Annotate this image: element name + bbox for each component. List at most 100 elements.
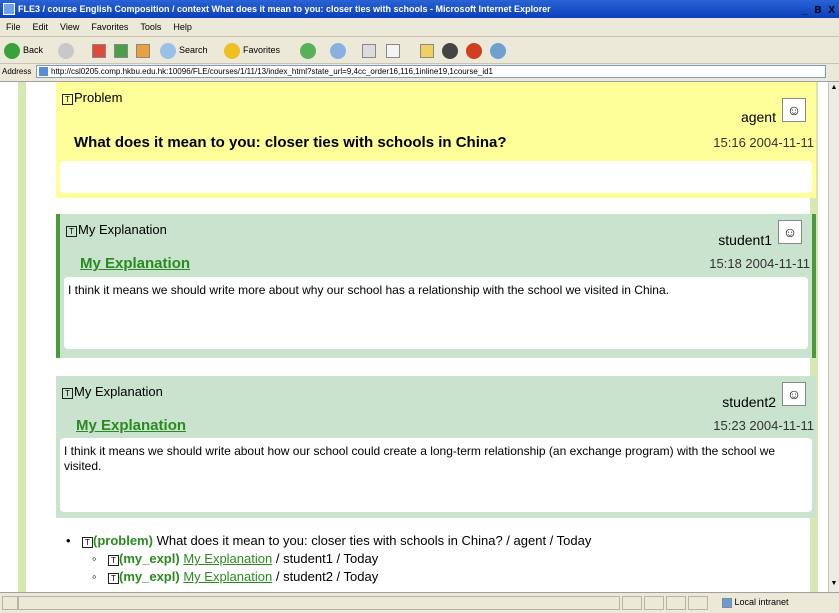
messenger-icon xyxy=(442,42,458,59)
favorites-button[interactable]: Favorites xyxy=(224,41,280,59)
avatar-icon[interactable]: ☺ xyxy=(782,382,806,406)
vertical-scrollbar[interactable]: ▲ ▼ xyxy=(828,82,839,592)
refresh-button[interactable] xyxy=(114,41,128,59)
tree-item-explanation[interactable]: ◦ T (my_expl) My Explanation / student2 / … xyxy=(66,568,591,586)
ie-icon xyxy=(3,3,15,15)
stop-button[interactable] xyxy=(92,41,106,59)
menu-favorites[interactable]: Favorites xyxy=(91,18,128,36)
problem-card: T Problem agent ☺ What does it mean to yo… xyxy=(56,82,816,198)
tree-meta: / student1 / Today xyxy=(275,551,379,566)
tree-item-explanation[interactable]: ◦ T (my_expl) My Explanation / student1 / … xyxy=(66,550,591,568)
tree-tag: (my_expl) xyxy=(119,569,180,584)
window-titlebar: FLE3 / course English Composition / cont… xyxy=(0,0,839,18)
note-icon: T xyxy=(108,555,119,566)
favorites-star-icon xyxy=(224,42,240,59)
tree-link[interactable]: My Explanation xyxy=(183,551,272,566)
page-viewport: T Problem agent ☺ What does it mean to yo… xyxy=(0,82,828,592)
back-button[interactable]: Back xyxy=(4,41,43,59)
edit-icon xyxy=(386,43,400,58)
menu-view[interactable]: View xyxy=(60,18,79,36)
explanation-body: I think it means we should write about h… xyxy=(60,438,812,512)
tree-link[interactable]: My Explanation xyxy=(183,569,272,584)
folder-button[interactable] xyxy=(420,41,434,59)
problem-body xyxy=(60,161,812,193)
avatar-icon[interactable]: ☺ xyxy=(782,98,806,122)
intranet-icon xyxy=(722,597,732,608)
research-icon xyxy=(466,42,482,59)
forward-button[interactable] xyxy=(58,41,77,59)
status-panel xyxy=(622,596,642,610)
back-arrow-icon xyxy=(4,42,20,59)
explanation-author[interactable]: student1 xyxy=(718,232,772,248)
explanation-card: T My Explanation student1 ☺ My Explanatio… xyxy=(56,214,816,358)
search-icon xyxy=(160,42,176,59)
history-icon xyxy=(300,42,316,59)
address-input[interactable]: http://csl0205.comp.hkbu.edu.hk:10096/FL… xyxy=(36,65,826,78)
mail-button[interactable] xyxy=(330,41,349,59)
tree-item-problem[interactable]: • T (problem) What does it mean to you: cl… xyxy=(66,532,591,550)
explanation-author[interactable]: student2 xyxy=(722,394,776,410)
explanation-type-label: My Explanation xyxy=(74,384,163,399)
print-icon xyxy=(362,43,376,58)
research-button[interactable] xyxy=(466,41,485,59)
print-button[interactable] xyxy=(362,41,376,59)
problem-title: What does it mean to you: closer ties wi… xyxy=(74,134,507,151)
stop-icon xyxy=(92,43,106,58)
status-panel xyxy=(666,596,686,610)
tree-tag: (problem) xyxy=(93,533,153,548)
search-label: Search xyxy=(179,45,208,55)
problem-type-label: Problem xyxy=(74,90,123,105)
explanation-body: I think it means we should write more ab… xyxy=(64,277,808,349)
menu-file[interactable]: File xyxy=(6,18,21,36)
thread-tree: • T (problem) What does it mean to you: cl… xyxy=(66,532,591,586)
note-icon: T xyxy=(62,94,73,105)
tools-button[interactable] xyxy=(490,41,509,59)
forward-arrow-icon xyxy=(58,42,74,59)
note-icon: T xyxy=(82,537,93,548)
back-label: Back xyxy=(23,45,44,55)
security-zone[interactable]: Local intranet xyxy=(722,597,789,608)
history-button[interactable] xyxy=(300,41,319,59)
home-icon xyxy=(136,43,150,58)
tools-icon xyxy=(490,42,506,59)
avatar-icon[interactable]: ☺ xyxy=(778,220,802,244)
edit-button[interactable] xyxy=(386,41,400,59)
menu-edit[interactable]: Edit xyxy=(33,18,49,36)
explanation-title-link[interactable]: My Explanation xyxy=(80,255,190,272)
mail-icon xyxy=(330,42,346,59)
explanation-type: T My Explanation xyxy=(62,384,163,399)
explanation-type-label: My Explanation xyxy=(78,222,167,237)
explanation-card: T My Explanation student2 ☺ My Explanatio… xyxy=(56,376,816,518)
zone-label: Local intranet xyxy=(734,597,789,607)
folder-icon xyxy=(420,43,434,58)
address-url: http://csl0205.comp.hkbu.edu.hk:10096/FL… xyxy=(51,67,493,76)
home-button[interactable] xyxy=(136,41,150,59)
note-icon: T xyxy=(66,226,77,237)
address-bar: Address http://csl0205.comp.hkbu.edu.hk:… xyxy=(0,64,839,82)
problem-date: 15:16 2004-11-11 xyxy=(713,135,814,150)
explanation-date: 15:18 2004-11-11 xyxy=(709,256,810,271)
status-text-area xyxy=(18,596,620,610)
favorites-label: Favorites xyxy=(243,45,281,55)
status-panel xyxy=(644,596,664,610)
search-button[interactable]: Search xyxy=(160,41,208,59)
menu-tools[interactable]: Tools xyxy=(140,18,161,36)
menu-help[interactable]: Help xyxy=(173,18,192,36)
note-icon: T xyxy=(108,573,119,584)
explanation-type: T My Explanation xyxy=(66,222,167,237)
tree-meta: / student2 / Today xyxy=(275,569,379,584)
content-area: T Problem agent ☺ What does it mean to yo… xyxy=(26,82,816,592)
scroll-down-icon[interactable]: ▼ xyxy=(830,580,838,590)
messenger-button[interactable] xyxy=(442,41,461,59)
tree-text: What does it mean to you: closer ties wi… xyxy=(156,533,592,548)
refresh-icon xyxy=(114,43,128,58)
status-panel xyxy=(688,596,708,610)
toolbar: Back Search Favorites xyxy=(0,37,839,64)
status-bar: Local intranet xyxy=(0,592,839,613)
explanation-title-link[interactable]: My Explanation xyxy=(76,417,186,434)
menu-bar: File Edit View Favorites Tools Help xyxy=(0,18,839,37)
scroll-up-icon[interactable]: ▲ xyxy=(830,84,838,94)
tree-tag: (my_expl) xyxy=(119,551,180,566)
explanation-date: 15:23 2004-11-11 xyxy=(713,418,814,433)
problem-author[interactable]: agent xyxy=(741,109,776,125)
